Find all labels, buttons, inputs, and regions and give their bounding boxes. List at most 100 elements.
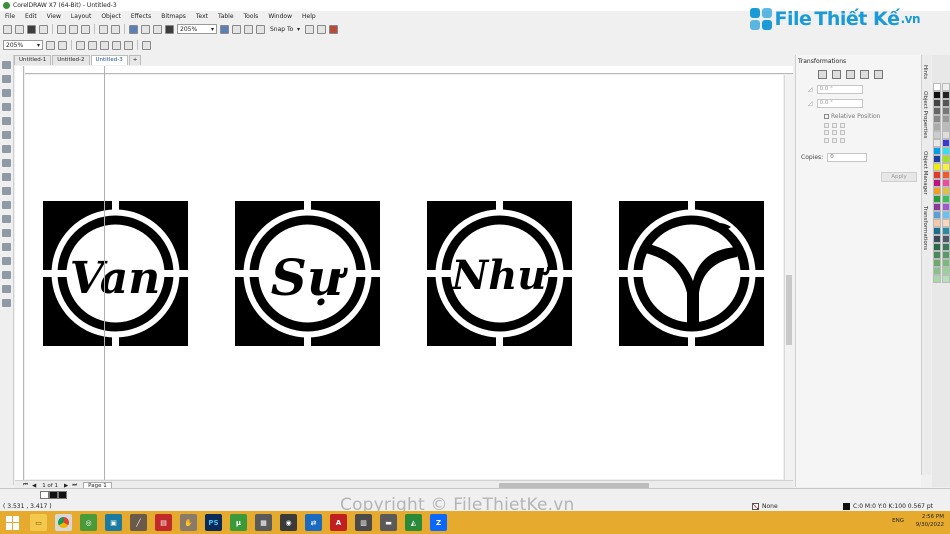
swatch-light-blue[interactable] bbox=[933, 211, 941, 219]
undo-icon[interactable] bbox=[99, 24, 108, 34]
publish-pdf-icon[interactable] bbox=[165, 24, 174, 34]
language-indicator[interactable]: ENG bbox=[892, 517, 904, 525]
new-icon[interactable] bbox=[3, 24, 12, 34]
guideline[interactable] bbox=[104, 66, 105, 480]
teamviewer-icon[interactable]: ⇄ bbox=[305, 514, 322, 531]
chrome-icon[interactable] bbox=[55, 514, 72, 531]
zoom-in-icon[interactable] bbox=[46, 40, 55, 50]
mouse-app-icon[interactable]: ◉ bbox=[280, 514, 297, 531]
vertical-scroll-thumb[interactable] bbox=[786, 275, 792, 345]
menu-bitmaps[interactable]: Bitmaps bbox=[156, 13, 191, 20]
polygon-tool-icon[interactable] bbox=[2, 173, 11, 181]
save-icon[interactable] bbox=[27, 24, 36, 34]
rectangle-tool-icon[interactable] bbox=[2, 145, 11, 153]
artistic-media-tool-icon[interactable] bbox=[2, 131, 11, 139]
swatch-gray-60[interactable] bbox=[933, 107, 941, 115]
tab-object-properties[interactable]: Object Properties bbox=[922, 89, 928, 140]
swatch-dark-green[interactable] bbox=[933, 243, 941, 251]
copy-icon[interactable] bbox=[69, 24, 78, 34]
clock-date[interactable]: 9/30/2022 bbox=[916, 521, 944, 529]
swatch-peach[interactable] bbox=[933, 219, 941, 227]
swatch-cream[interactable] bbox=[942, 219, 950, 227]
swatch-gray-5[interactable] bbox=[942, 83, 950, 91]
menu-view[interactable]: View bbox=[42, 13, 66, 20]
swatch-sky[interactable] bbox=[942, 211, 950, 219]
menu-text[interactable]: Text bbox=[191, 13, 213, 20]
zalo-icon[interactable]: Z bbox=[430, 514, 447, 531]
hand-app-icon[interactable]: ✋ bbox=[180, 514, 197, 531]
scale-mirror-icon[interactable] bbox=[846, 70, 855, 79]
menu-file[interactable]: File bbox=[0, 13, 20, 20]
menu-window[interactable]: Window bbox=[263, 13, 297, 20]
swatch-leaf[interactable] bbox=[933, 259, 941, 267]
swatch-slate[interactable] bbox=[933, 235, 941, 243]
swatch-gray-25[interactable] bbox=[942, 123, 950, 131]
swatch-cyan[interactable] bbox=[933, 147, 941, 155]
logo-tile[interactable]: Sự bbox=[235, 201, 380, 346]
logo-tile[interactable]: Như bbox=[427, 201, 572, 346]
tool-app-icon[interactable]: ╱ bbox=[130, 514, 147, 531]
corel-photo-icon[interactable]: ▣ bbox=[105, 514, 122, 531]
menu-table[interactable]: Table bbox=[213, 13, 239, 20]
sketchup-icon[interactable]: ◭ bbox=[405, 514, 422, 531]
connector-tool-icon[interactable] bbox=[2, 215, 11, 223]
tab-object-manager[interactable]: Object Manager bbox=[922, 149, 928, 197]
swatch-gray-10[interactable] bbox=[933, 139, 941, 147]
swatch-sea[interactable] bbox=[942, 227, 950, 235]
swatch-emerald[interactable] bbox=[942, 195, 950, 203]
parallel-dimension-tool-icon[interactable] bbox=[2, 201, 11, 209]
drawing-canvas[interactable]: Van Sự Như Y bbox=[25, 75, 783, 479]
menu-tools[interactable]: Tools bbox=[239, 13, 264, 20]
swatch-pale-green[interactable] bbox=[933, 267, 941, 275]
swatch-sage[interactable] bbox=[942, 259, 950, 267]
search-content-icon[interactable] bbox=[129, 24, 138, 34]
rotate-icon[interactable] bbox=[832, 70, 841, 79]
transparency-tool-icon[interactable] bbox=[2, 243, 11, 251]
property-zoom-combo[interactable]: 205% ▾ bbox=[3, 40, 43, 50]
pick-tool-icon[interactable] bbox=[2, 61, 11, 69]
swatch-black[interactable] bbox=[49, 491, 58, 499]
full-screen-icon[interactable] bbox=[220, 24, 229, 34]
shape-tool-icon[interactable] bbox=[2, 75, 11, 83]
autocad-icon[interactable]: A bbox=[330, 514, 347, 531]
swatch-black[interactable] bbox=[933, 91, 941, 99]
snap-to-dropdown[interactable]: Snap To ▾ bbox=[268, 24, 302, 34]
swatch-vermilion[interactable] bbox=[942, 171, 950, 179]
swatch-gold[interactable] bbox=[942, 187, 950, 195]
cut-icon[interactable] bbox=[57, 24, 66, 34]
menu-effects[interactable]: Effects bbox=[126, 13, 156, 20]
swatch-gray-40[interactable] bbox=[942, 115, 950, 123]
file-explorer-icon[interactable]: ▭ bbox=[30, 514, 47, 531]
swatch-mint[interactable] bbox=[933, 275, 941, 283]
show-grid-icon[interactable] bbox=[244, 24, 253, 34]
ellipse-tool-icon[interactable] bbox=[2, 159, 11, 167]
zoom-tool-icon[interactable] bbox=[2, 103, 11, 111]
swatch-gray-30[interactable] bbox=[933, 123, 941, 131]
swatch-white[interactable] bbox=[933, 83, 941, 91]
center-field[interactable]: 0.0 ° bbox=[816, 99, 863, 108]
swatch-gray-15[interactable] bbox=[942, 131, 950, 139]
anchor-grid[interactable] bbox=[824, 123, 848, 143]
swatch-yellow[interactable] bbox=[933, 163, 941, 171]
swatch-gray-80[interactable] bbox=[933, 99, 941, 107]
swatch-lemon[interactable] bbox=[942, 163, 950, 171]
zoom-out-icon[interactable] bbox=[58, 40, 67, 50]
menu-help[interactable]: Help bbox=[297, 13, 321, 20]
swatch-purple[interactable] bbox=[933, 203, 941, 211]
swatch-gray-55[interactable] bbox=[942, 107, 950, 115]
swatch-pink[interactable] bbox=[942, 179, 950, 187]
clock-time[interactable]: 2:56 PM bbox=[916, 513, 944, 521]
crop-tool-icon[interactable] bbox=[2, 89, 11, 97]
swatch-gray-90[interactable] bbox=[942, 91, 950, 99]
text-tool-icon[interactable] bbox=[2, 187, 11, 195]
redo-icon[interactable] bbox=[111, 24, 120, 34]
add-toolbar-item-icon[interactable] bbox=[142, 40, 151, 50]
swatch-pistachio[interactable] bbox=[942, 267, 950, 275]
skew-icon[interactable] bbox=[874, 70, 883, 79]
swatch-orange[interactable] bbox=[933, 187, 941, 195]
add-tab-button[interactable]: + bbox=[128, 55, 142, 65]
swatch-fern[interactable] bbox=[942, 251, 950, 259]
logo-tile[interactable]: Y bbox=[619, 201, 764, 346]
zoom-all-icon[interactable] bbox=[88, 40, 97, 50]
options-icon[interactable] bbox=[305, 24, 314, 34]
